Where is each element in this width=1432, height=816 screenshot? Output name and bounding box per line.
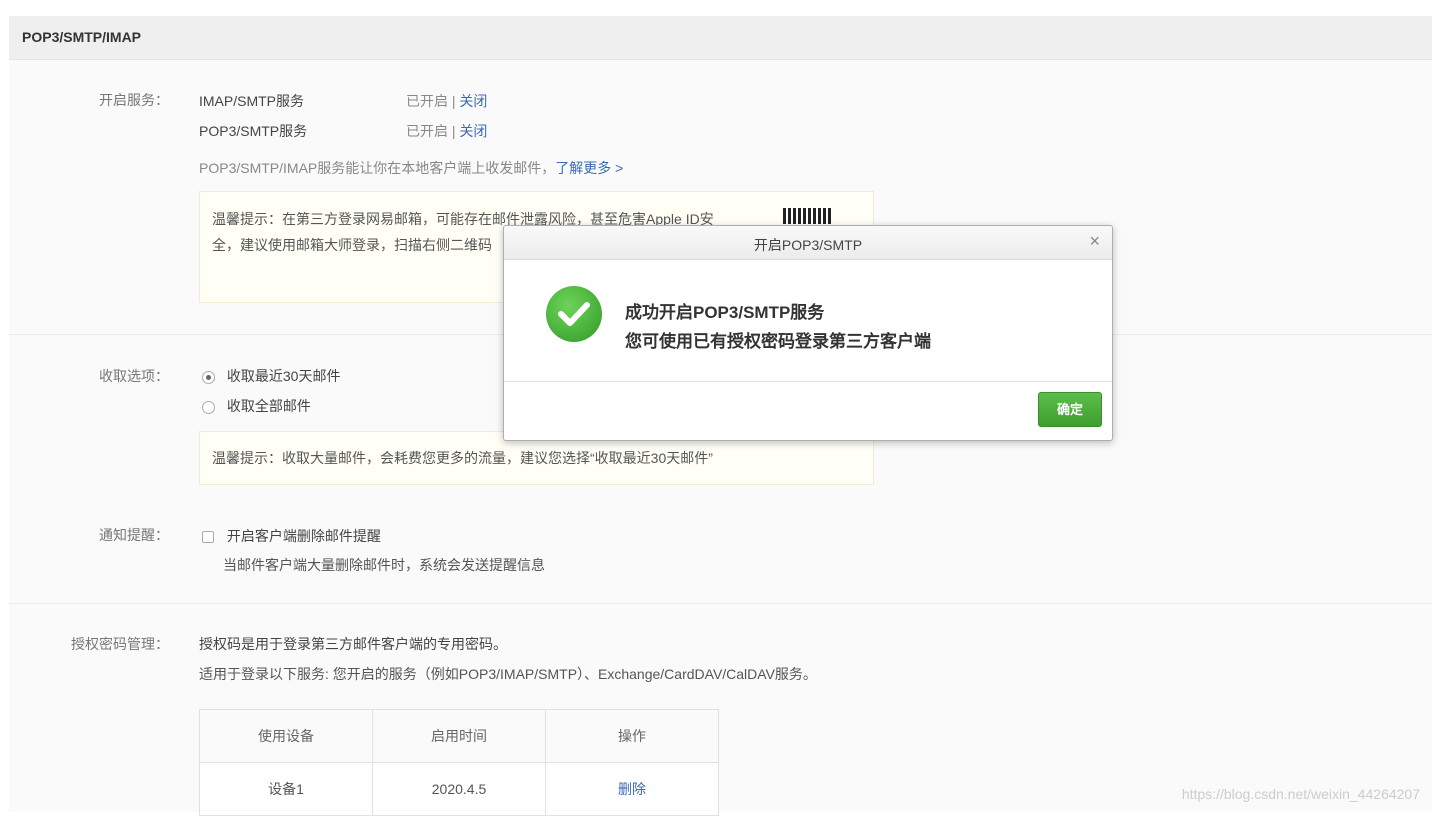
dialog-message-1: 成功开启POP3/SMTP服务	[625, 303, 825, 322]
imap-service-status-row: 已开启 | 关闭	[406, 91, 487, 111]
auth-description-1: 授权码是用于登录第三方邮件客户端的专用密码。	[199, 636, 507, 652]
auth-description-2: 适用于登录以下服务: 您开启的服务（例如POP3/IMAP/SMTP）、Exch…	[199, 666, 817, 682]
fetch-option-label: 收取全部邮件	[226, 398, 311, 414]
separator: |	[451, 93, 456, 109]
delete-cell: 删除	[545, 762, 719, 816]
confirm-button[interactable]: 确定	[1038, 392, 1102, 427]
fetch-option-all[interactable]: 收取全部邮件	[202, 396, 311, 416]
qr-code-icon	[783, 208, 833, 224]
watermark: https://blog.csdn.net/weixin_44264207	[1181, 786, 1420, 802]
checkmark-icon	[558, 302, 590, 326]
service-label: 开启服务：	[99, 92, 169, 108]
auth-table: 使用设备 启用时间 操作 设备1 2020.4.5 删除	[199, 709, 719, 816]
section-divider	[9, 603, 1432, 604]
date-cell: 2020.4.5	[372, 762, 546, 816]
device-cell: 设备1	[199, 762, 373, 816]
imap-status: 已开启	[406, 93, 448, 109]
pop3-close-link[interactable]: 关闭	[459, 123, 487, 139]
column-header-action: 操作	[545, 709, 719, 763]
imap-close-link[interactable]: 关闭	[459, 93, 487, 109]
success-dialog: 开启POP3/SMTP × 成功开启POP3/SMTP服务 您可使用已有授权密码…	[503, 225, 1113, 441]
dialog-title: 开启POP3/SMTP	[753, 237, 863, 253]
table-header-row: 使用设备 启用时间 操作	[199, 709, 719, 763]
radio-icon[interactable]	[202, 400, 215, 414]
notify-description: 当邮件客户端大量删除邮件时，系统会发送提醒信息	[223, 557, 545, 573]
success-check-icon	[546, 286, 602, 342]
notify-label: 通知提醒：	[99, 527, 169, 543]
fetch-label: 收取选项：	[99, 368, 169, 384]
imap-service-name: IMAP/SMTP服务	[199, 93, 305, 109]
auth-label: 授权密码管理：	[71, 636, 169, 652]
fetch-tip-text: 温馨提示：收取大量邮件，会耗费您更多的流量，建议您选择“收取最近30天邮件”	[212, 450, 713, 466]
column-header-date: 启用时间	[372, 709, 546, 763]
dialog-message-2: 您可使用已有授权密码登录第三方客户端	[625, 332, 931, 351]
dialog-footer-divider	[504, 381, 1112, 382]
fetch-option-label: 收取最近30天邮件	[226, 368, 341, 384]
pop3-status: 已开启	[406, 123, 448, 139]
delete-link[interactable]: 删除	[618, 781, 646, 797]
notify-checkbox-label: 开启客户端删除邮件提醒	[226, 528, 381, 544]
pop3-service-status-row: 已开启 | 关闭	[406, 121, 487, 141]
close-icon[interactable]: ×	[1089, 231, 1100, 252]
radio-checked-icon[interactable]	[202, 370, 215, 384]
panel-header: POP3/SMTP/IMAP	[9, 16, 1432, 60]
notify-checkbox-row[interactable]: 开启客户端删除邮件提醒	[202, 526, 381, 546]
service-description: POP3/SMTP/IMAP服务能让你在本地客户端上收发邮件，了解更多 >	[199, 158, 623, 178]
dialog-header: 开启POP3/SMTP ×	[504, 226, 1112, 260]
table-row: 设备1 2020.4.5 删除	[199, 762, 719, 816]
checkbox-icon[interactable]	[202, 531, 214, 544]
separator: |	[451, 123, 456, 139]
service-desc-text: POP3/SMTP/IMAP服务能让你在本地客户端上收发邮件，	[199, 160, 556, 176]
page-title: POP3/SMTP/IMAP	[22, 29, 142, 45]
pop3-service-name: POP3/SMTP服务	[199, 123, 308, 139]
learn-more-link[interactable]: 了解更多 >	[555, 160, 623, 176]
fetch-option-30days[interactable]: 收取最近30天邮件	[202, 366, 340, 386]
column-header-device: 使用设备	[199, 709, 373, 763]
